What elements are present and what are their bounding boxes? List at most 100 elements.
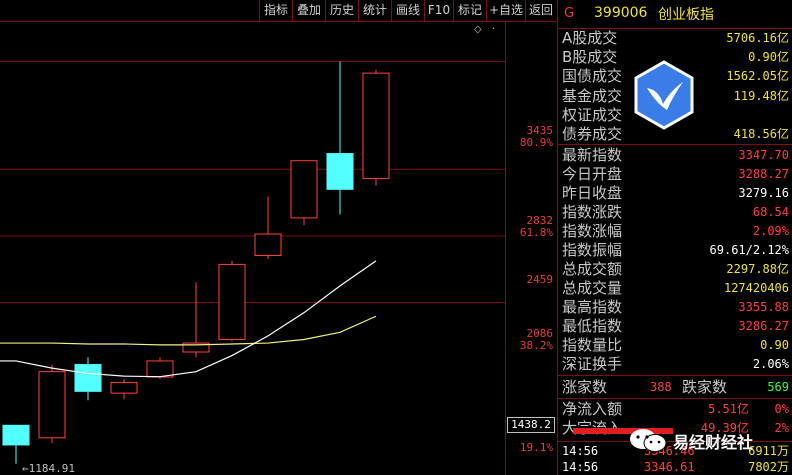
index-stat-row: 最新指数 3347.70 [558,146,792,165]
index-stat-row: 今日开盘 3288.27 [558,165,792,184]
index-stat-label: 指数振幅 [562,241,623,259]
index-stat-label: 最新指数 [562,146,623,164]
toolbar-button-5[interactable]: F10 [424,0,453,21]
index-stat-row: 昨日收盘 3279.16 [558,184,792,203]
toolbar-button-0[interactable]: 指标 [259,0,292,21]
toolbar-button-8[interactable]: 返回 [525,0,556,21]
chart-canvas [0,60,505,464]
ma-slow-line [0,315,377,346]
index-stat-row: 指数量比 0.90 [558,336,792,355]
up-count-value: 388 [650,380,672,394]
axis-price-label: 2459 [526,273,554,286]
trade-volume-value: 119.48亿 [733,88,789,103]
axis-pct-label: 19.1% [519,441,553,454]
index-stat-row: 深证换手 2.06% [558,355,792,374]
index-stat-row: 最低指数 3286.27 [558,317,792,336]
low-price-marker: ←1184.91 [22,462,75,475]
watermark-text: 易经财经社 [673,433,754,452]
panel-header: G 399006 创业板指 [558,0,792,29]
index-stat-value: 127420406 [723,281,789,295]
index-stat-value: 3279.16 [738,186,789,200]
divider [558,144,792,145]
trade-volume-label: B股成交 [562,48,618,67]
down-count-value: 569 [767,380,789,394]
index-stat-label: 深证换手 [562,355,623,373]
wechat-icon [630,429,667,452]
index-stat-label: 最高指数 [562,298,623,316]
trade-volume-label: 基金成交 [562,86,623,105]
index-stat-value: 3355.88 [738,300,789,314]
tick-row: 14:56 3346.61 7802万 [558,459,792,475]
index-stat-value: 69.61/2.12% [709,243,789,257]
index-stat-value: 68.54 [752,205,789,219]
candlestick-chart[interactable] [0,22,556,475]
trade-volume-label: 权证成交 [562,105,623,124]
index-stat-label: 昨日收盘 [562,184,623,202]
ma-fast-line [0,260,377,378]
index-stat-row: 指数振幅 69.61/2.12% [558,241,792,260]
index-stat-label: 今日开盘 [562,165,623,183]
index-stat-label: 总成交额 [562,260,623,278]
trade-volume-value: 0.90亿 [748,50,789,65]
toolbar-button-2[interactable]: 历史 [325,0,358,21]
axis-pct-label: 38.2% [519,339,553,352]
fund-flow-row: 净流入额 5.51亿 0% [558,400,792,419]
candle-body [38,371,66,439]
index-stat-value: 0.90 [760,338,789,352]
price-axis: 3435 80.9% 2832 61.8% 2459 2086 38.2% 19.1% [505,22,557,475]
fund-flow-label: 净流入额 [562,400,623,418]
index-stat-row: 指数涨幅 2.09% [558,222,792,241]
tick-volume: 7802万 [748,460,789,474]
tick-time: 14:56 [562,444,599,458]
divider [558,398,792,399]
index-stat-value: 3347.70 [738,148,789,162]
watermark: 易经财经社 [628,427,788,455]
toolbar-button-6[interactable]: 标记 [453,0,486,21]
index-stat-label: 总成交量 [562,279,623,297]
index-stat-label: 指数量比 [562,336,623,354]
app-logo-icon [634,60,694,130]
toolbar-button-1[interactable]: 叠加 [292,0,325,21]
quote-panel: G 399006 创业板指 A股成交 5706.16亿 B股成交 0.90亿国债成交 1… [557,0,792,475]
candle-body [110,381,138,394]
index-stat-label: 指数涨幅 [562,222,623,240]
candle-body [326,153,354,190]
axis-pct-label: 61.8% [519,226,553,239]
down-count-label: 跌家数 [682,378,728,396]
index-stat-row: 指数涨跌 68.54 [558,203,792,222]
index-stat-value: 2.06% [752,357,789,371]
current-price-box: 1438.2 [507,417,555,433]
trade-volume-label: 债券成交 [562,125,623,143]
candle-body [254,233,282,256]
index-stat-row: 总成交额 2297.88亿 [558,260,792,279]
fund-flow-pct: 0% [774,402,789,416]
toolbar-button-7[interactable]: +自选 [486,0,525,21]
index-stat-value: 2297.88亿 [726,262,789,276]
index-stat-value: 3288.27 [738,167,789,181]
trade-volume-value: 418.56亿 [733,127,789,141]
index-stat-row: 最高指数 3355.88 [558,298,792,317]
trade-volume-row: A股成交 5706.16亿 [558,29,792,48]
market-prefix: G [564,6,575,21]
candle-body [74,364,102,392]
toolbar: 指标 叠加 历史 统计 画线 F10 标记 +自选 返回 [0,0,556,22]
index-stat-value: 3286.27 [738,319,789,333]
candle-body [218,263,246,340]
axis-pct-label: 80.9% [519,136,553,149]
advance-decline-row: 涨家数 388 跌家数 569 [558,378,792,397]
index-stat-label: 最低指数 [562,317,623,335]
index-stat-label: 指数涨跌 [562,203,623,221]
index-name: 创业板指 [658,7,714,23]
candle-body [290,160,318,219]
index-stat-row: 总成交量 127420406 [558,279,792,298]
trade-volume-value: 5706.16亿 [726,31,789,45]
divider [558,375,792,376]
toolbar-button-3[interactable]: 统计 [358,0,391,21]
trade-volume-value: 1562.05亿 [726,69,789,84]
trade-volume-label: 国债成交 [562,67,623,86]
index-stat-value: 2.09% [752,224,789,238]
trade-volume-label: A股成交 [562,29,618,47]
toolbar-button-4[interactable]: 画线 [391,0,424,21]
diamond-icon[interactable]: ◇ [474,24,482,35]
fund-flow-value: 5.51亿 [708,402,749,416]
